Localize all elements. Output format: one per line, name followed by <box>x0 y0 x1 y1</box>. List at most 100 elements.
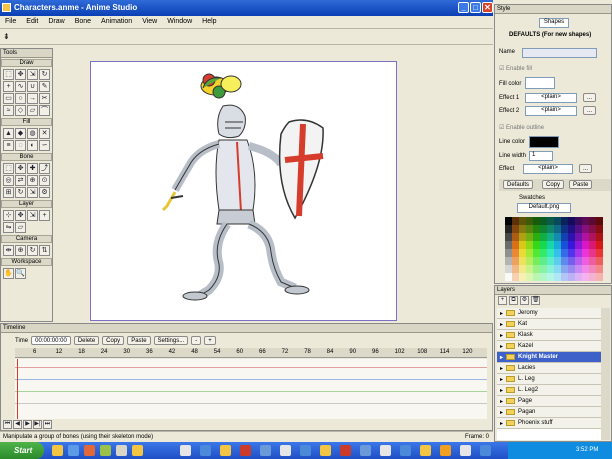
menu-help[interactable]: Help <box>197 16 221 25</box>
color-swatch[interactable] <box>505 233 512 241</box>
offset-bone-icon[interactable]: ⊞ <box>3 187 14 198</box>
color-swatch[interactable] <box>540 265 547 273</box>
color-swatch[interactable] <box>519 249 526 257</box>
stage-frame[interactable] <box>90 61 397 321</box>
line-width-icon[interactable]: ≡ <box>3 140 14 151</box>
color-swatch[interactable] <box>547 233 554 241</box>
zoom-in-button[interactable]: + <box>204 336 216 345</box>
color-swatch[interactable] <box>533 273 540 281</box>
color-swatch[interactable] <box>568 273 575 281</box>
taskbar-app-icon[interactable] <box>84 445 95 456</box>
color-swatch[interactable] <box>575 265 582 273</box>
menu-bone[interactable]: Bone <box>70 16 96 25</box>
color-swatch[interactable] <box>540 233 547 241</box>
menu-file[interactable]: File <box>0 16 21 25</box>
color-swatch[interactable] <box>589 225 596 233</box>
color-swatch[interactable] <box>547 249 554 257</box>
maximize-button[interactable]: □ <box>470 2 481 13</box>
flip-layer-icon[interactable]: ⇋ <box>3 222 14 233</box>
color-swatch[interactable] <box>505 273 512 281</box>
color-swatch[interactable] <box>519 233 526 241</box>
taskbar-app-icon[interactable] <box>320 445 331 456</box>
color-swatch[interactable] <box>568 249 575 257</box>
taskbar-app-icon[interactable] <box>460 445 471 456</box>
color-swatch[interactable] <box>589 265 596 273</box>
color-swatch[interactable] <box>582 233 589 241</box>
effect1-more-button[interactable]: ... <box>583 93 597 102</box>
fill-color-swatch[interactable] <box>525 77 555 89</box>
layer-row[interactable]: ▸ Klask <box>497 330 601 341</box>
delete-layer-icon[interactable]: 🗑 <box>531 296 540 305</box>
reparent-bone-icon[interactable]: ⤴ <box>39 163 50 174</box>
bone-strength-icon[interactable]: ◎ <box>3 175 14 186</box>
color-swatch[interactable] <box>533 233 540 241</box>
menu-draw[interactable]: Draw <box>43 16 69 25</box>
taskbar-app-icon[interactable] <box>52 445 63 456</box>
color-swatch[interactable] <box>540 241 547 249</box>
taskbar-app-icon[interactable] <box>220 445 231 456</box>
defaults-button[interactable]: Defaults <box>503 180 534 189</box>
pan-hand-icon[interactable]: ✋ <box>3 268 14 279</box>
bind-layer-icon[interactable]: ⊕ <box>27 175 38 186</box>
enable-fill-checkbox[interactable]: ☑ Enable fill <box>499 65 532 72</box>
translate-bone-icon[interactable]: ✥ <box>15 163 26 174</box>
color-swatch[interactable] <box>561 257 568 265</box>
color-swatch[interactable] <box>540 249 547 257</box>
timeline-paste-button[interactable]: Paste <box>127 336 151 345</box>
color-swatch[interactable] <box>568 233 575 241</box>
taskbar-app-icon[interactable] <box>100 445 111 456</box>
color-swatch[interactable] <box>582 249 589 257</box>
taskbar-app-icon[interactable] <box>440 445 451 456</box>
taskbar-app-icon[interactable] <box>400 445 411 456</box>
timeline-tracks[interactable] <box>15 359 487 419</box>
color-swatch[interactable] <box>512 233 519 241</box>
playhead[interactable] <box>17 359 18 419</box>
timeline-delete-button[interactable]: Delete <box>73 336 100 345</box>
close-button[interactable]: ✕ <box>482 2 493 13</box>
color-swatch[interactable] <box>547 225 554 233</box>
color-swatch[interactable] <box>561 241 568 249</box>
menu-view[interactable]: View <box>137 16 162 25</box>
color-swatch[interactable] <box>596 217 603 225</box>
freehand-icon[interactable]: ✎ <box>39 81 50 92</box>
color-swatch[interactable] <box>512 225 519 233</box>
color-swatch[interactable] <box>596 273 603 281</box>
arrow-icon[interactable]: → <box>27 93 38 104</box>
select-points-icon[interactable]: ⬚ <box>3 69 14 80</box>
options-icon[interactable]: ⇟ <box>3 32 10 41</box>
zoom-camera-icon[interactable]: ⊕ <box>15 245 26 256</box>
color-swatch[interactable] <box>582 217 589 225</box>
line-width-field[interactable]: 1 <box>529 151 553 161</box>
manipulate-bones-icon[interactable]: ⇄ <box>15 175 26 186</box>
line-color-swatch[interactable] <box>529 136 559 148</box>
color-swatch[interactable] <box>526 273 533 281</box>
set-origin-icon[interactable]: ⊹ <box>3 210 14 221</box>
color-swatch[interactable] <box>582 265 589 273</box>
duplicate-layer-icon[interactable]: ⧉ <box>509 296 518 305</box>
outline-effect-more-button[interactable]: ... <box>579 164 593 173</box>
color-swatch[interactable] <box>554 233 561 241</box>
color-swatch[interactable] <box>589 249 596 257</box>
color-swatch[interactable] <box>596 241 603 249</box>
color-swatch[interactable] <box>568 217 575 225</box>
color-swatch[interactable] <box>547 257 554 265</box>
taskbar-app-icon[interactable] <box>132 445 143 456</box>
color-swatch[interactable] <box>505 217 512 225</box>
color-swatch[interactable] <box>547 217 554 225</box>
rotate-points-icon[interactable]: ↻ <box>39 69 50 80</box>
taskbar-app-icon[interactable] <box>420 445 431 456</box>
rectangle-icon[interactable]: ▭ <box>3 93 14 104</box>
color-swatch[interactable] <box>554 249 561 257</box>
play-icon[interactable]: ▶ <box>23 420 32 429</box>
color-swatch[interactable] <box>596 233 603 241</box>
color-swatch[interactable] <box>575 233 582 241</box>
color-swatch[interactable] <box>561 265 568 273</box>
color-swatch[interactable] <box>568 257 575 265</box>
menu-window[interactable]: Window <box>162 16 197 25</box>
layer-row[interactable]: ▸ Kat <box>497 319 601 330</box>
taskbar-app-icon[interactable] <box>380 445 391 456</box>
paste-button[interactable]: Paste <box>569 180 593 189</box>
layer-row[interactable]: ▸ Jeromy <box>497 308 601 319</box>
curve-profile-icon[interactable]: ∽ <box>39 140 50 151</box>
taskbar-app-icon[interactable] <box>480 445 491 456</box>
